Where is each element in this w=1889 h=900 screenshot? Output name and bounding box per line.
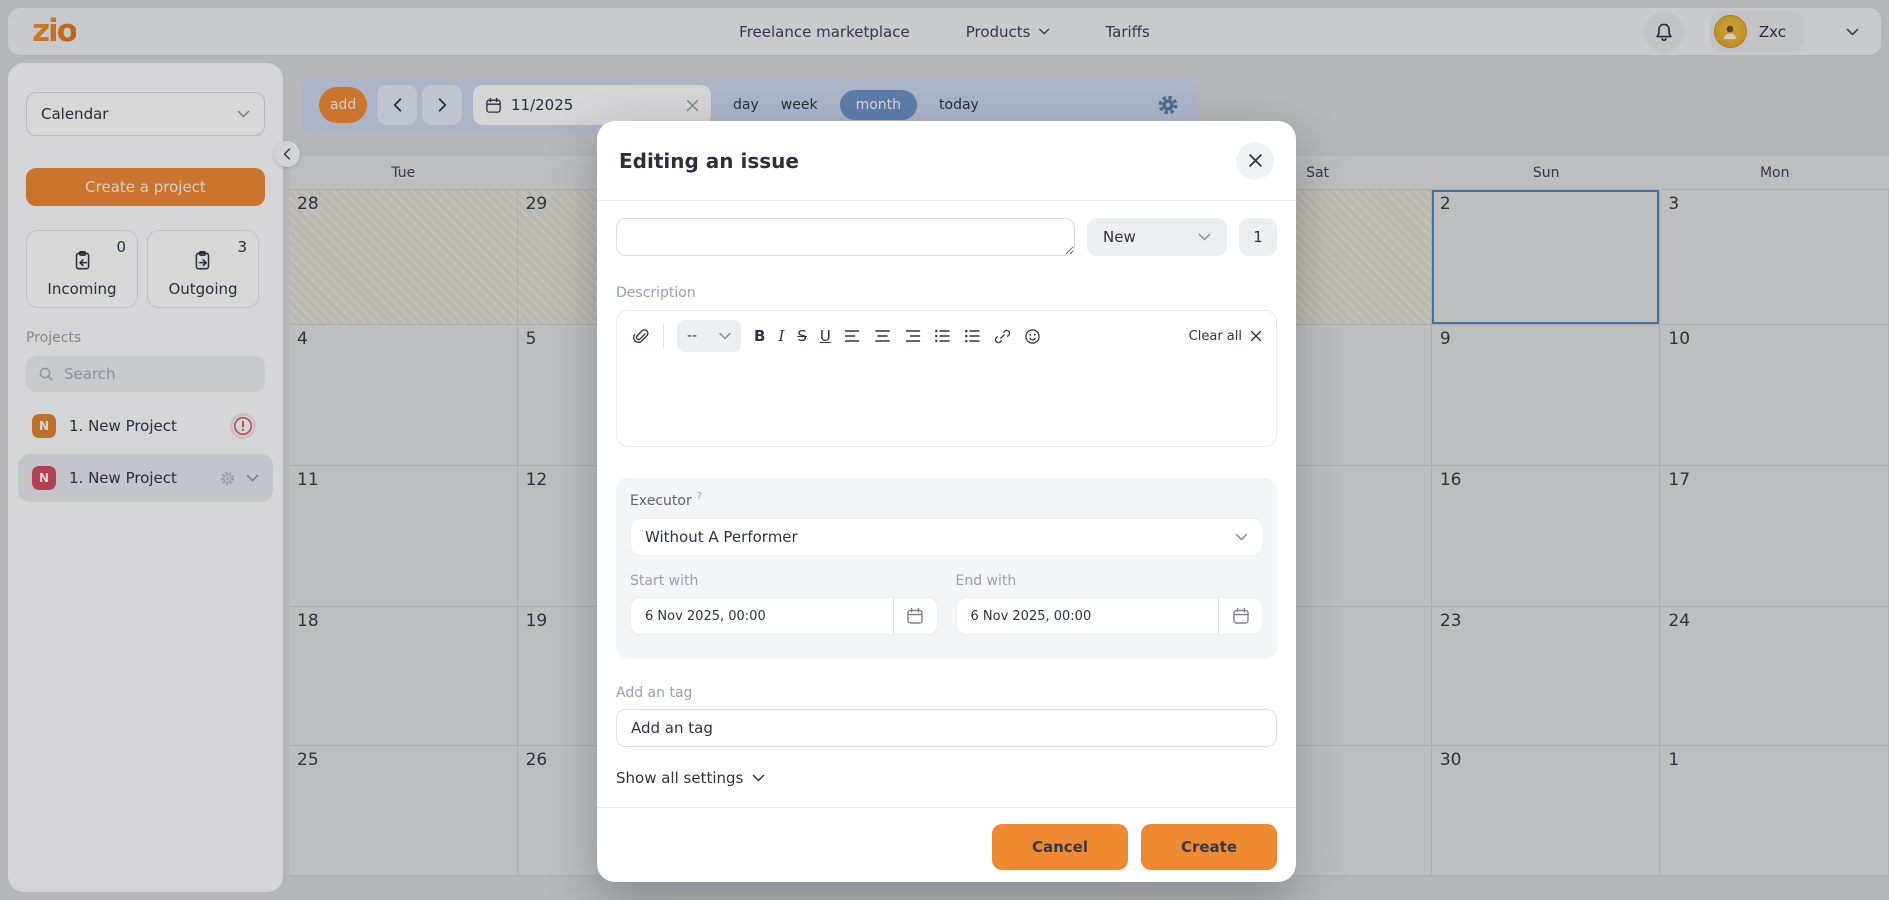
- show-all-settings-label: Show all settings: [616, 769, 743, 787]
- tag-label: Add an tag: [616, 685, 1277, 701]
- bold-button[interactable]: B: [754, 327, 765, 345]
- align-left-button[interactable]: [844, 329, 861, 343]
- chevron-down-icon: [1235, 533, 1248, 541]
- clear-all-label: Clear all: [1189, 329, 1242, 344]
- chevron-down-icon: [752, 774, 765, 782]
- align-center-button[interactable]: [874, 329, 891, 343]
- executor-label-row: Executor ?: [630, 493, 1263, 509]
- heading-select[interactable]: --: [677, 320, 741, 352]
- clear-all-button[interactable]: Clear all: [1189, 329, 1262, 344]
- underline-button[interactable]: U: [820, 327, 831, 345]
- align-right-button[interactable]: [904, 329, 921, 343]
- close-icon: [1250, 330, 1262, 342]
- bullet-list-icon: [934, 329, 951, 343]
- align-center-icon: [874, 329, 891, 343]
- emoji-button[interactable]: [1024, 328, 1041, 345]
- paperclip-icon: [631, 327, 650, 346]
- date-range: Start with 6 Nov 2025, 00:00 End with 6 …: [630, 573, 1263, 635]
- app-root: zio Freelance marketplace Products Tarif…: [0, 0, 1889, 900]
- modal-header: Editing an issue: [597, 121, 1296, 201]
- tag-input[interactable]: [616, 709, 1277, 747]
- end-with-label: End with: [956, 573, 1264, 589]
- attach-file-button[interactable]: [631, 327, 650, 346]
- align-left-icon: [844, 329, 861, 343]
- cancel-button[interactable]: Cancel: [992, 824, 1128, 870]
- status-select[interactable]: New: [1087, 218, 1227, 256]
- edit-issue-modal: Editing an issue New 1 Description: [597, 121, 1296, 882]
- show-all-settings-button[interactable]: Show all settings: [616, 769, 765, 787]
- executor-select-value: Without A Performer: [645, 528, 798, 546]
- bullet-list-button[interactable]: [934, 329, 951, 343]
- description-input[interactable]: [617, 361, 1276, 446]
- chevron-down-icon: [719, 332, 731, 340]
- close-modal-button[interactable]: [1236, 142, 1274, 180]
- link-icon: [994, 328, 1011, 345]
- toolbar-divider: [663, 323, 664, 349]
- issue-title-input[interactable]: [616, 218, 1075, 256]
- numbered-list-button[interactable]: [964, 329, 981, 343]
- modal-title: Editing an issue: [619, 149, 799, 173]
- issue-count-badge: 1: [1239, 218, 1277, 256]
- create-button[interactable]: Create: [1141, 824, 1277, 870]
- modal-body: New 1 Description -- B I: [597, 201, 1296, 787]
- modal-footer: Cancel Create: [597, 807, 1296, 870]
- numbered-list-icon: [964, 329, 981, 343]
- heading-select-value: --: [687, 328, 697, 344]
- link-button[interactable]: [994, 328, 1011, 345]
- start-date-field[interactable]: 6 Nov 2025, 00:00: [630, 597, 938, 635]
- align-right-icon: [904, 329, 921, 343]
- start-date-value: 6 Nov 2025, 00:00: [631, 609, 893, 624]
- end-date-value: 6 Nov 2025, 00:00: [957, 609, 1219, 624]
- executor-select[interactable]: Without A Performer: [630, 518, 1263, 556]
- smiley-icon: [1024, 328, 1041, 345]
- executor-label: Executor: [630, 493, 692, 509]
- chevron-down-icon: [1198, 233, 1211, 241]
- strikethrough-button[interactable]: S: [797, 327, 807, 345]
- executor-help-icon[interactable]: ?: [697, 491, 702, 502]
- description-label: Description: [616, 285, 1277, 301]
- executor-section: Executor ? Without A Performer Start wit…: [616, 478, 1277, 659]
- close-icon: [1248, 153, 1263, 168]
- calendar-icon[interactable]: [893, 598, 937, 634]
- editor-toolbar: -- B I S U: [617, 311, 1276, 361]
- italic-button[interactable]: I: [778, 327, 784, 345]
- description-editor: -- B I S U: [616, 310, 1277, 447]
- end-date-field[interactable]: 6 Nov 2025, 00:00: [956, 597, 1264, 635]
- calendar-icon[interactable]: [1218, 598, 1262, 634]
- start-with-label: Start with: [630, 573, 938, 589]
- status-select-value: New: [1103, 228, 1136, 246]
